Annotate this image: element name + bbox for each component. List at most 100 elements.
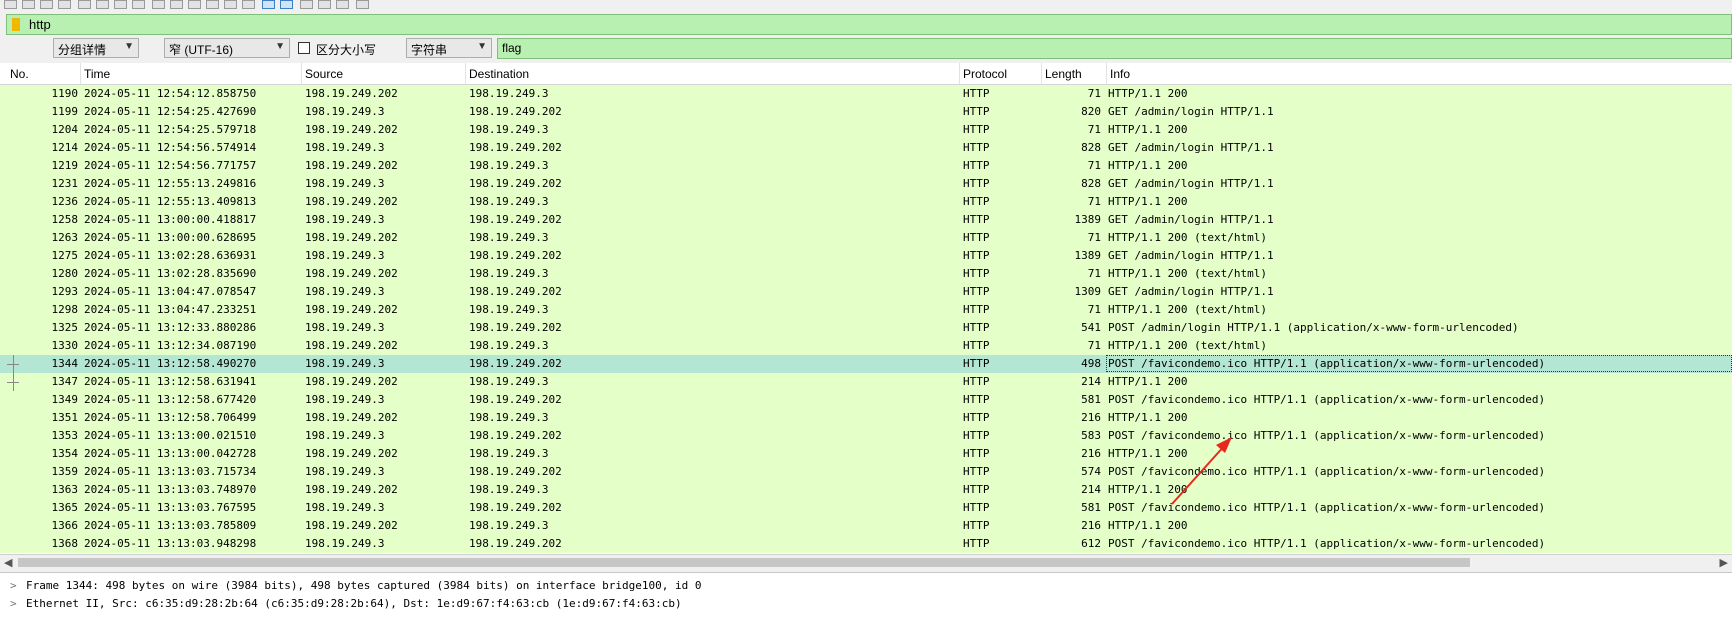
packet-destination: 198.19.249.202 <box>469 465 562 478</box>
table-row[interactable]: 1359 2024-05-11 13:13:03.715734 198.19.249… <box>0 463 1732 481</box>
packet-length: 1389 <box>1074 213 1102 226</box>
zoom-out-icon[interactable] <box>318 0 331 9</box>
column-header-destination[interactable]: Destination <box>469 67 529 81</box>
table-row[interactable]: 1325 2024-05-11 13:12:33.880286 198.19.249… <box>0 319 1732 337</box>
table-row[interactable]: 1368 2024-05-11 13:13:03.948298 198.19.249… <box>0 535 1732 553</box>
colorize-icon[interactable] <box>280 0 293 9</box>
packet-length: 71 <box>1087 195 1101 208</box>
search-type-select[interactable]: 字符串 ▼ <box>406 38 492 58</box>
packet-protocol: HTTP <box>963 177 990 190</box>
detail-ethernet[interactable]: > Ethernet II, Src: c6:35:d9:28:2b:64 (c6… <box>10 597 682 610</box>
packet-destination: 198.19.249.3 <box>469 267 549 280</box>
resize-columns-icon[interactable] <box>356 0 369 9</box>
open-file-icon[interactable] <box>78 0 91 9</box>
table-row[interactable]: 1366 2024-05-11 13:13:03.785809 198.19.249… <box>0 517 1732 535</box>
scroll-right-icon[interactable]: ▶ <box>1720 556 1728 569</box>
table-row[interactable]: 1219 2024-05-11 12:54:56.771757 198.19.249… <box>0 157 1732 175</box>
packet-destination: 198.19.249.202 <box>469 105 562 118</box>
packet-destination: 198.19.249.202 <box>469 393 562 406</box>
packet-list-hscrollbar[interactable]: ◀ ▶ <box>0 554 1732 570</box>
packet-no: 1293 <box>51 285 79 298</box>
last-packet-icon[interactable] <box>242 0 255 9</box>
column-header-no[interactable]: No. <box>10 67 29 81</box>
detail-frame[interactable]: > Frame 1344: 498 bytes on wire (3984 bit… <box>10 579 702 592</box>
table-row[interactable]: 1344 2024-05-11 13:12:58.490270 198.19.249… <box>0 355 1732 373</box>
table-row[interactable]: 1347 2024-05-11 13:12:58.631941 198.19.249… <box>0 373 1732 391</box>
save-file-icon[interactable] <box>96 0 109 9</box>
table-row[interactable]: 1214 2024-05-11 12:54:56.574914 198.19.249… <box>0 139 1732 157</box>
table-row[interactable]: 1330 2024-05-11 13:12:34.087190 198.19.249… <box>0 337 1732 355</box>
table-row[interactable]: 1258 2024-05-11 13:00:00.418817 198.19.249… <box>0 211 1732 229</box>
stop-capture-icon[interactable] <box>22 0 35 9</box>
table-row[interactable]: 1353 2024-05-11 13:13:00.021510 198.19.249… <box>0 427 1732 445</box>
close-file-icon[interactable] <box>114 0 127 9</box>
packet-info: HTTP/1.1 200 <box>1108 159 1188 172</box>
restart-capture-icon[interactable] <box>40 0 53 9</box>
column-header-protocol[interactable]: Protocol <box>963 67 1007 81</box>
case-sensitive-checkbox[interactable] <box>298 42 310 54</box>
packet-info: GET /admin/login HTTP/1.1 <box>1108 177 1274 190</box>
zoom-reset-icon[interactable] <box>336 0 349 9</box>
zoom-in-icon[interactable] <box>300 0 313 9</box>
packet-info: GET /admin/login HTTP/1.1 <box>1108 141 1274 154</box>
packet-source: 198.19.249.202 <box>305 267 398 280</box>
packet-no: 1263 <box>51 231 79 244</box>
packet-no: 1280 <box>51 267 79 280</box>
column-header-info[interactable]: Info <box>1110 67 1130 81</box>
table-row[interactable]: 1231 2024-05-11 12:55:13.249816 198.19.249… <box>0 175 1732 193</box>
packet-source: 198.19.249.3 <box>305 249 385 262</box>
packet-length: 574 <box>1081 465 1101 478</box>
packet-destination: 198.19.249.3 <box>469 519 549 532</box>
table-row[interactable]: 1190 2024-05-11 12:54:12.858750 198.19.249… <box>0 85 1732 103</box>
packet-protocol: HTTP <box>963 447 990 460</box>
table-row[interactable]: 1298 2024-05-11 13:04:47.233251 198.19.249… <box>0 301 1732 319</box>
scrollbar-thumb[interactable] <box>18 558 1470 567</box>
go-forward-icon[interactable] <box>188 0 201 9</box>
packet-no: 1330 <box>51 339 79 352</box>
bookmark-icon[interactable] <box>12 18 20 31</box>
column-header-source[interactable]: Source <box>305 67 343 81</box>
packet-length: 71 <box>1087 303 1101 316</box>
capture-options-icon[interactable] <box>58 0 71 9</box>
table-row[interactable]: 1349 2024-05-11 13:12:58.677420 198.19.249… <box>0 391 1732 409</box>
go-back-icon[interactable] <box>170 0 183 9</box>
autoscroll-icon[interactable] <box>262 0 275 9</box>
search-in-select[interactable]: 分组详情 ▼ <box>53 38 139 58</box>
go-to-packet-icon[interactable] <box>206 0 219 9</box>
search-input[interactable]: flag <box>497 38 1732 59</box>
packet-length: 1389 <box>1074 249 1102 262</box>
packet-source: 198.19.249.202 <box>305 519 398 532</box>
table-row[interactable]: 1354 2024-05-11 13:13:00.042728 198.19.249… <box>0 445 1732 463</box>
column-header-length[interactable]: Length <box>1045 67 1082 81</box>
packet-time: 2024-05-11 13:13:03.948298 <box>84 537 257 550</box>
start-capture-icon[interactable] <box>4 0 17 9</box>
table-row[interactable]: 1236 2024-05-11 12:55:13.409813 198.19.249… <box>0 193 1732 211</box>
find-packet-icon[interactable] <box>152 0 165 9</box>
packet-time: 2024-05-11 13:12:58.631941 <box>84 375 257 388</box>
table-row[interactable]: 1363 2024-05-11 13:13:03.748970 198.19.249… <box>0 481 1732 499</box>
column-header-time[interactable]: Time <box>84 67 110 81</box>
table-row[interactable]: 1293 2024-05-11 13:04:47.078547 198.19.249… <box>0 283 1732 301</box>
table-row[interactable]: 1263 2024-05-11 13:00:00.628695 198.19.249… <box>0 229 1732 247</box>
packet-no: 1231 <box>51 177 79 190</box>
table-row[interactable]: 1204 2024-05-11 12:54:25.579718 198.19.249… <box>0 121 1732 139</box>
display-filter-input[interactable]: http <box>6 14 1732 35</box>
scroll-left-icon[interactable]: ◀ <box>4 556 12 569</box>
table-row[interactable]: 1280 2024-05-11 13:02:28.835690 198.19.249… <box>0 265 1732 283</box>
packet-time: 2024-05-11 13:13:03.767595 <box>84 501 257 514</box>
packet-info: GET /admin/login HTTP/1.1 <box>1108 285 1274 298</box>
first-packet-icon[interactable] <box>224 0 237 9</box>
char-width-select[interactable]: 窄 (UTF-16) ▼ <box>164 38 290 58</box>
packet-info: HTTP/1.1 200 (text/html) <box>1108 267 1267 280</box>
table-row[interactable]: 1199 2024-05-11 12:54:25.427690 198.19.249… <box>0 103 1732 121</box>
table-row[interactable]: 1365 2024-05-11 13:13:03.767595 198.19.249… <box>0 499 1732 517</box>
packet-no: 1344 <box>51 357 79 370</box>
table-row[interactable]: 1351 2024-05-11 13:12:58.706499 198.19.249… <box>0 409 1732 427</box>
packet-info: HTTP/1.1 200 <box>1108 195 1188 208</box>
chevron-right-icon[interactable]: > <box>10 579 26 592</box>
packet-no: 1258 <box>51 213 79 226</box>
chevron-right-icon[interactable]: > <box>10 597 26 610</box>
packet-info: HTTP/1.1 200 <box>1108 483 1188 496</box>
reload-file-icon[interactable] <box>132 0 145 9</box>
table-row[interactable]: 1275 2024-05-11 13:02:28.636931 198.19.249… <box>0 247 1732 265</box>
